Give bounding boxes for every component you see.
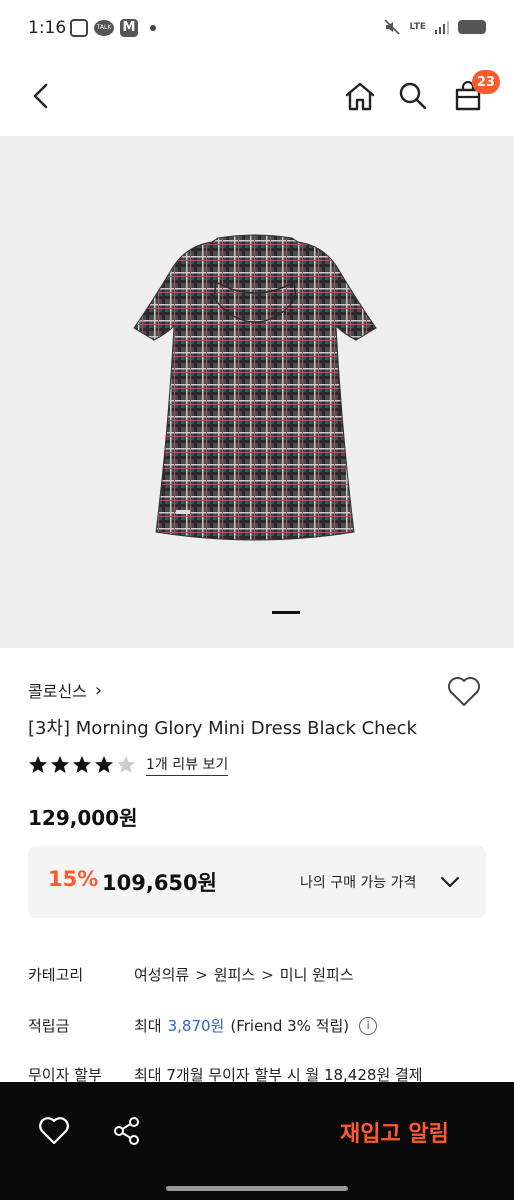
my-price-label: 나의 구매 가능 가격 [300, 875, 417, 891]
status-time: 1:16 [28, 18, 67, 38]
carousel-indicator [272, 611, 300, 614]
category-path: 여성의류 > 원피스 > 미니 원피스 [134, 964, 354, 985]
more-notifications-dot [150, 25, 156, 31]
list-price: 129,000원 [28, 806, 138, 830]
sale-price-box[interactable]: 15% 109,650원 나의 구매 가능 가격 [28, 846, 486, 918]
discount-percent: 15% [48, 867, 99, 891]
brand-name: 콜로신스 [28, 682, 87, 701]
heart-icon [39, 1117, 69, 1145]
share-button[interactable] [112, 1116, 142, 1150]
points-prefix: 최대 [134, 1017, 162, 1035]
rating-row: 1개 리뷰 보기 [28, 754, 229, 776]
product-image [133, 234, 377, 541]
chevron-right-icon: > [195, 965, 208, 984]
star-empty-icon [117, 756, 135, 773]
back-arrow-icon [33, 83, 48, 109]
screenshot-icon [70, 19, 88, 37]
category-link[interactable]: 원피스 [214, 964, 255, 985]
mail-icon: M [120, 19, 138, 37]
brand-link[interactable]: 콜로신스 › [28, 678, 102, 702]
points-amount: 3,870원 [167, 1017, 225, 1035]
kakaotalk-icon: TALK [94, 20, 114, 36]
category-link[interactable]: 미니 원피스 [280, 964, 354, 985]
product-image-carousel[interactable] [0, 136, 514, 648]
status-bar: 1:16 TALK M LTE [0, 0, 514, 58]
category-label: 카테고리 [28, 966, 84, 984]
signal-icon [435, 21, 449, 34]
cart-button[interactable]: 23 [448, 70, 500, 116]
wishlist-button[interactable] [446, 676, 482, 712]
chevron-right-icon: > [261, 965, 274, 984]
home-icon [345, 82, 375, 111]
cart-count-badge: 23 [471, 70, 500, 94]
search-icon [399, 82, 427, 110]
product-title: [3차] Morning Glory Mini Dress Black Chec… [28, 718, 417, 739]
star-filled-icon [29, 756, 47, 773]
points-suffix: (Friend 3% 적립) [230, 1017, 350, 1035]
mute-icon [384, 19, 401, 35]
network-label: LTE [409, 22, 426, 32]
heart-icon [448, 677, 480, 706]
bottom-action-bar: 재입고 알림 [0, 1082, 514, 1200]
category-link[interactable]: 여성의류 [134, 964, 189, 985]
review-link[interactable]: 1개 리뷰 보기 [146, 754, 229, 776]
points-row: 적립금 최대 3,870원 (Friend 3% 적립) i [28, 1015, 378, 1036]
system-icons: LTE [383, 18, 486, 36]
chevron-down-icon [440, 876, 460, 888]
bottom-wishlist-button[interactable] [38, 1116, 70, 1150]
home-indicator[interactable] [166, 1186, 348, 1191]
star-filled-icon [95, 756, 113, 773]
points-value: 최대 3,870원 (Friend 3% 적립) i [134, 1015, 378, 1036]
restock-alert-button[interactable]: 재입고 알림 [340, 1116, 449, 1148]
back-button[interactable] [22, 76, 62, 116]
category-row: 카테고리 여성의류 > 원피스 > 미니 원피스 [28, 964, 354, 985]
points-label: 적립금 [28, 1017, 70, 1035]
notification-icons: TALK M [70, 19, 156, 37]
star-filled-icon [51, 756, 69, 773]
home-button[interactable] [340, 76, 380, 116]
chevron-right-icon: › [94, 679, 103, 701]
battery-icon [458, 20, 486, 34]
top-app-bar: 23 [0, 58, 514, 136]
search-button[interactable] [393, 76, 433, 116]
star-filled-icon [73, 756, 91, 773]
share-icon [114, 1117, 139, 1145]
info-icon[interactable]: i [359, 1016, 378, 1035]
rating-stars [28, 755, 138, 775]
sale-price: 109,650원 [102, 871, 217, 895]
